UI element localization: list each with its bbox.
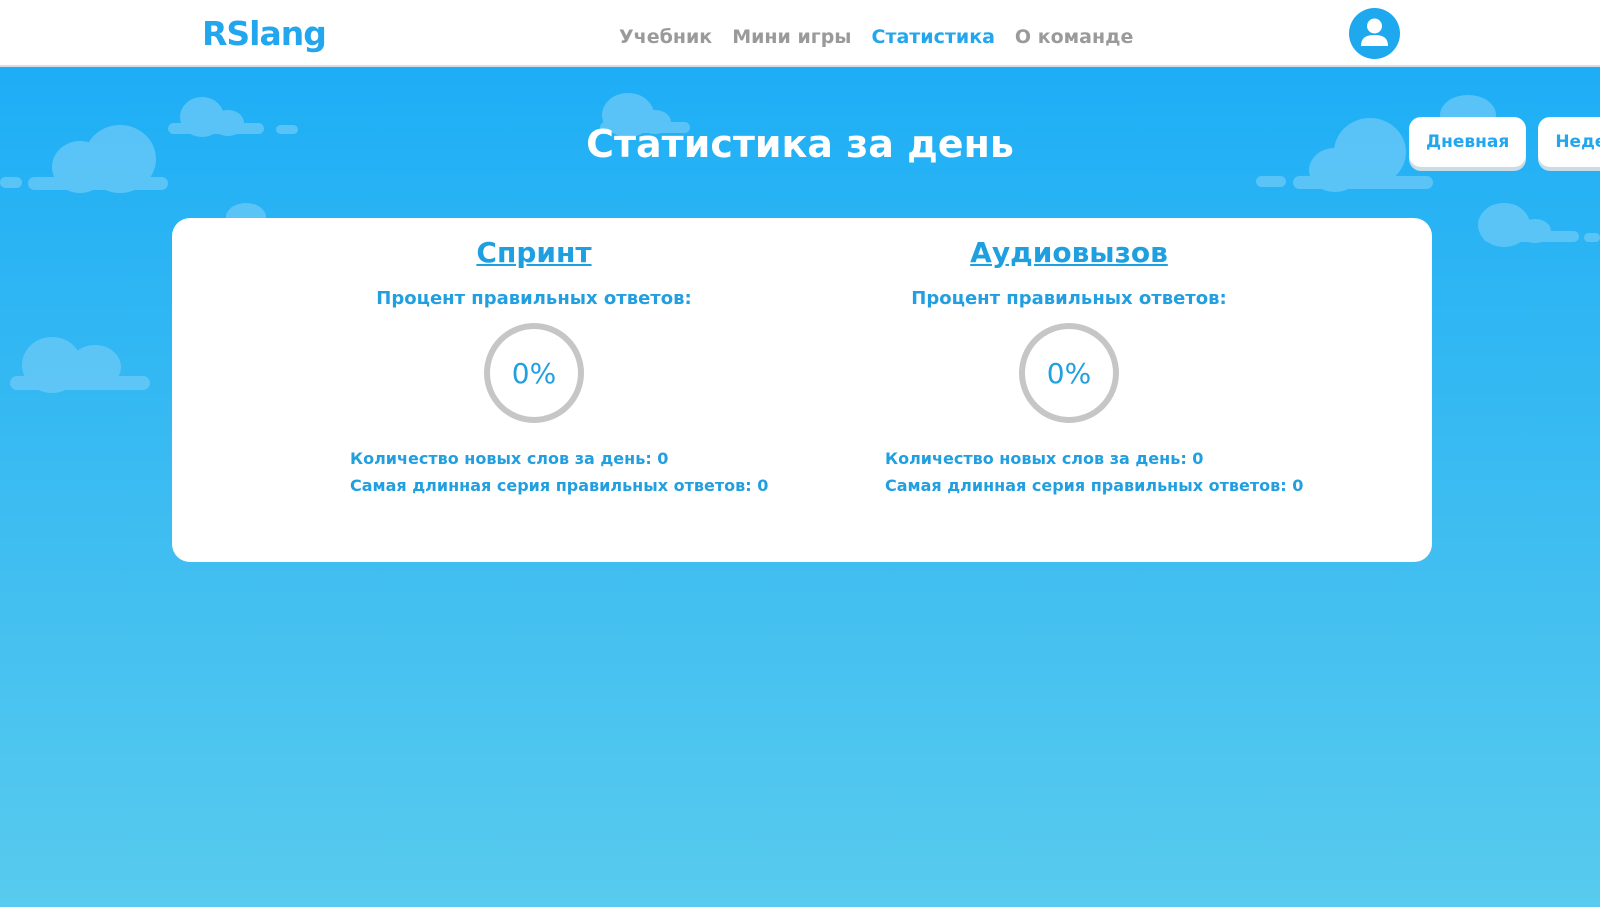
logo[interactable]: RSlang [202,14,327,53]
nav-item-about-team[interactable]: О команде [1015,26,1133,48]
tab-daily[interactable]: Дневная [1409,117,1527,167]
nav-item-statistics[interactable]: Статистика [872,26,995,48]
percent-label: Процент правильных ответов: [376,288,692,309]
user-avatar-button[interactable] [1349,8,1400,59]
nav-item-mini-games[interactable]: Мини игры [732,26,851,48]
game-title-sprint[interactable]: Спринт [274,236,794,269]
top-header: RSlang Учебник Мини игры Статистика О ко… [0,0,1600,67]
percent-ring: 0% [484,323,584,423]
page-title: Статистика за день [586,122,1014,166]
main-nav: Учебник Мини игры Статистика О команде [619,26,1133,48]
user-icon [1361,18,1388,46]
new-words-stat: Количество новых слов за день: 0 [885,449,1204,468]
nav-item-textbook[interactable]: Учебник [619,26,712,48]
statistics-section: Статистика за день Дневная Недел Спринт … [0,67,1600,907]
longest-series-stat: Самая длинная серия правильных ответов: … [350,476,769,495]
game-stats-audiocall: Аудиовызов Процент правильных ответов: 0… [809,218,1329,562]
statistics-card: Спринт Процент правильных ответов: 0% Ко… [172,218,1432,562]
new-words-stat: Количество новых слов за день: 0 [350,449,669,468]
percent-ring: 0% [1019,323,1119,423]
period-tabs: Дневная Недел [1409,117,1600,167]
longest-series-stat: Самая длинная серия правильных ответов: … [885,476,1304,495]
game-stats-sprint: Спринт Процент правильных ответов: 0% Ко… [274,218,794,562]
percent-label: Процент правильных ответов: [911,288,1227,309]
page-bottom-edge [0,907,1600,914]
tab-weekly[interactable]: Недел [1538,117,1600,167]
game-title-audiocall[interactable]: Аудиовызов [809,236,1329,269]
